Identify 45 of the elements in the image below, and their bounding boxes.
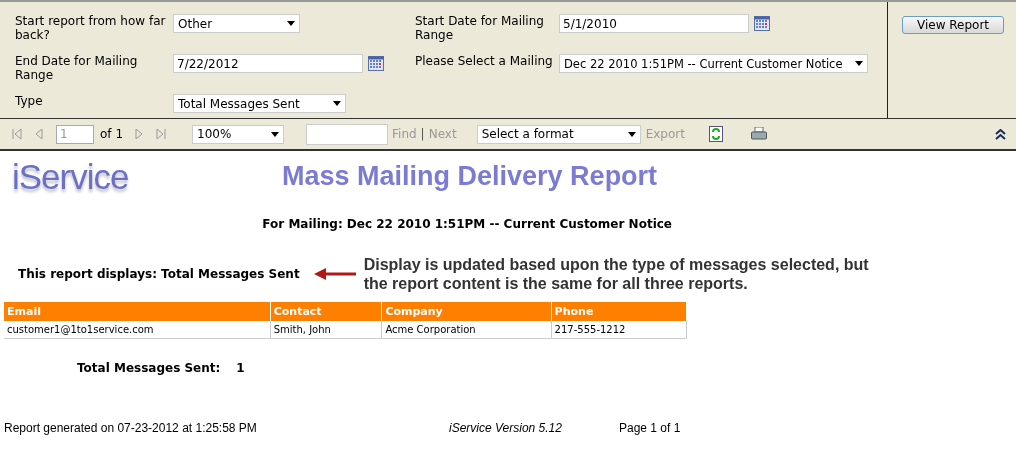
dropdown-arrow-icon [333, 101, 341, 106]
format-dropdown[interactable]: Select a format [476, 124, 641, 144]
column-header: Email [4, 302, 271, 321]
calendar-icon[interactable] [754, 16, 770, 31]
find-field[interactable] [306, 123, 388, 145]
total-label: Total Messages Sent: [77, 361, 221, 375]
field-label: Type [15, 94, 44, 108]
dropdown-arrow-icon [271, 131, 279, 137]
column-header: Phone [551, 302, 687, 321]
field-label: End Date for Mailing Range [15, 54, 139, 82]
collapse-icon[interactable] [995, 128, 1006, 140]
table-cell: Acme Corporation [381, 321, 552, 339]
date-field[interactable]: 7/22/2012 [173, 54, 363, 73]
generated-text: Report generated on 07-23-2012 at 1:25:58 PM [4, 421, 258, 435]
field-label: Start Date for Mailing Range [415, 14, 545, 42]
page-count: of 1 [100, 127, 123, 141]
total-value: 1 [236, 361, 245, 375]
zoom-dropdown[interactable]: 100% [192, 124, 284, 144]
page-number: Page 1 of 1 [619, 421, 681, 435]
date-field[interactable]: 5/1/2010 [559, 14, 749, 33]
report-subtitle: For Mailing: Dec 22 2010 1:51PM -- Current Customer Notice [261, 217, 672, 231]
dropdown-arrow-icon [287, 21, 295, 26]
version-text: iService Version 5.12 [449, 421, 563, 435]
arrow-icon [313, 268, 356, 280]
column-header: Company [381, 302, 552, 321]
annotation-text: Display is updated based upon the type of messages selected, but the report content is the same for all three reports. [363, 255, 870, 293]
calendar-icon[interactable] [368, 56, 384, 71]
field-label: Start report from how far back? [15, 14, 167, 42]
table-cell: 217-555-1212 [551, 321, 687, 339]
view-report-button[interactable]: View Report [902, 16, 1005, 34]
table-cell: customer1@1to1service.com [4, 321, 271, 339]
logo: iService [11, 157, 130, 197]
refresh-icon[interactable] [708, 126, 723, 142]
field-label: Please Select a Mailing [415, 54, 554, 68]
printer-icon[interactable] [750, 127, 767, 141]
report-title: Mass Mailing Delivery Report [282, 161, 658, 192]
table-cell: Smith, John [270, 321, 382, 339]
report-type-text: This report displays: Total Messages Sent [18, 267, 300, 281]
column-header: Contact [270, 302, 382, 321]
dropdown-arrow-icon [855, 61, 863, 66]
dropdown[interactable]: Dec 22 2010 1:51PM -- Current Customer Notice [559, 54, 868, 73]
dropdown[interactable]: Other [173, 14, 300, 33]
dropdown[interactable]: Total Messages Sent [173, 94, 346, 113]
separator: | [420, 127, 425, 141]
dropdown-arrow-icon [627, 131, 636, 137]
